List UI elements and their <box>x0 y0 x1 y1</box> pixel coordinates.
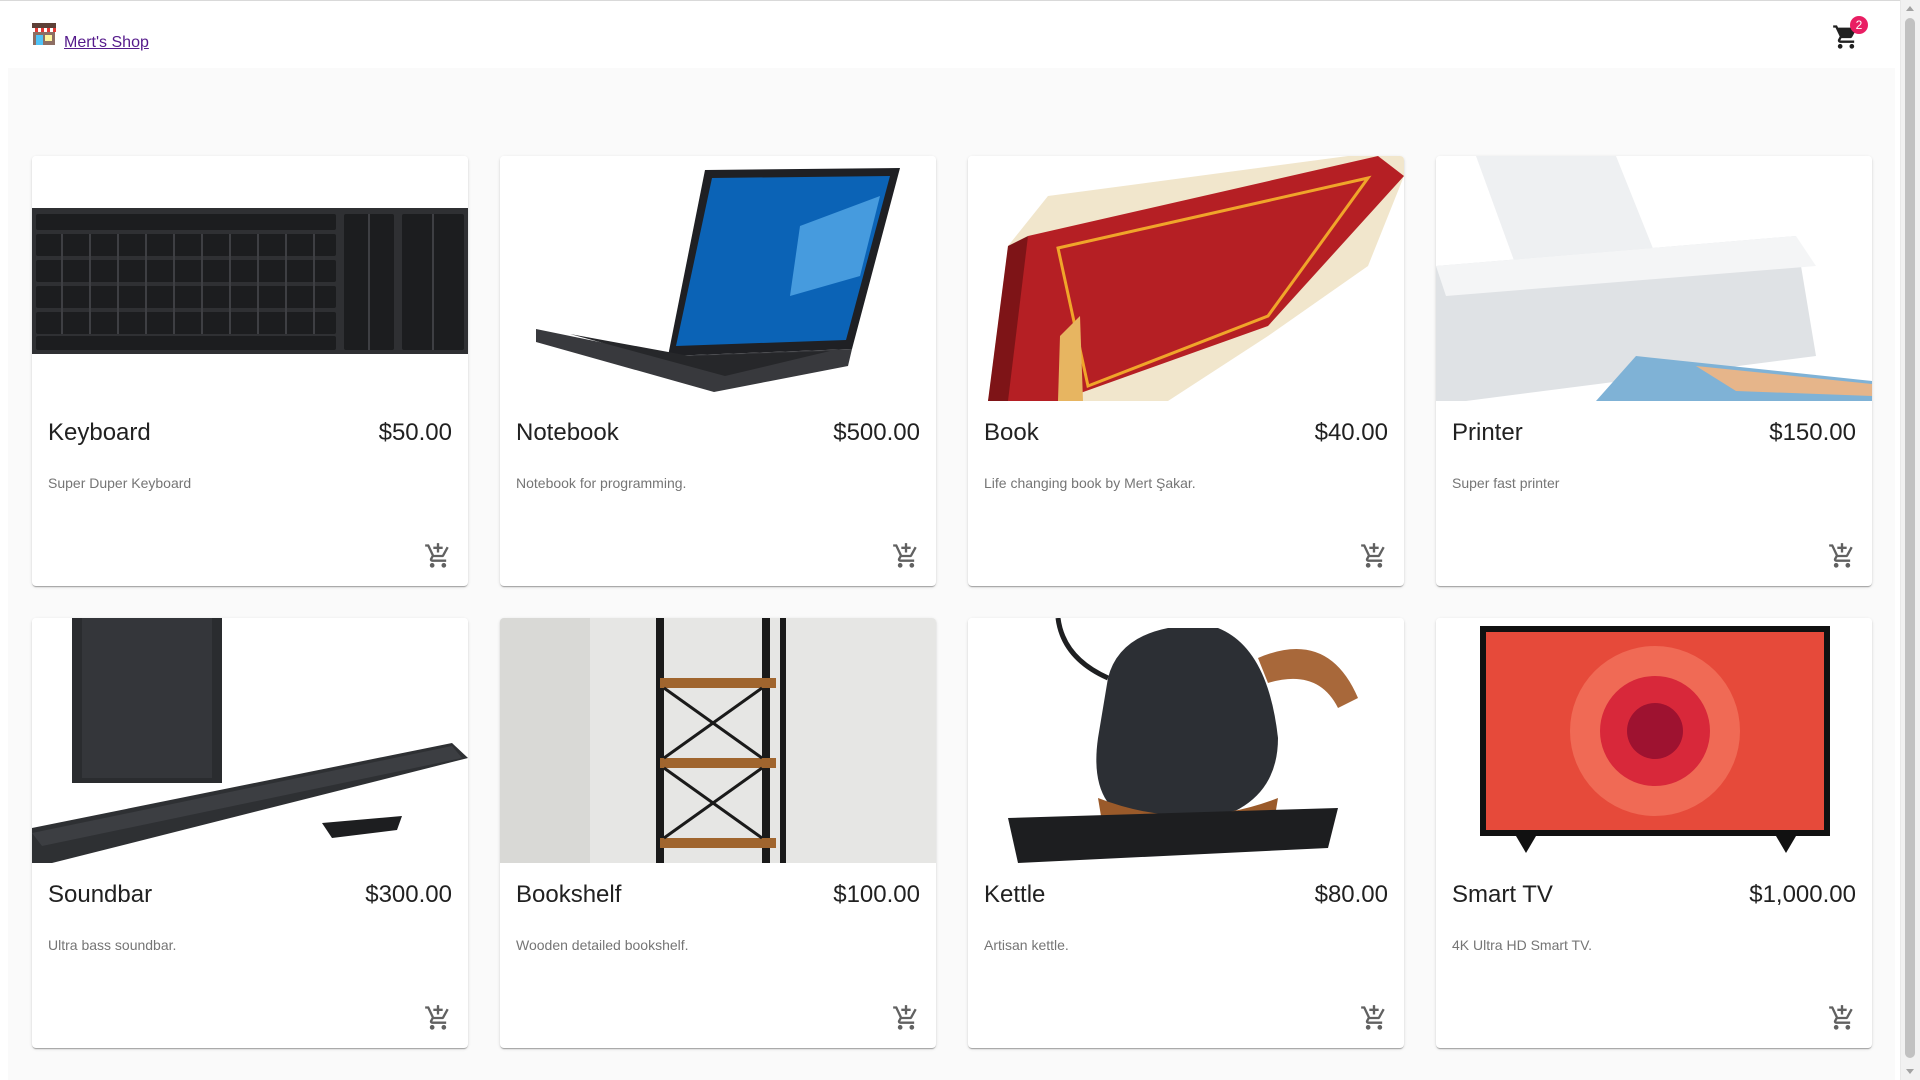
product-description: Super fast printer <box>1452 475 1560 491</box>
product-name: Bookshelf <box>516 881 622 908</box>
product-description: Ultra bass soundbar. <box>48 937 177 953</box>
brand: Mert's Shop <box>30 21 149 51</box>
scroll-down-arrow-icon[interactable] <box>1906 1069 1914 1074</box>
scrollbar-thumb[interactable] <box>1905 18 1915 1058</box>
cart-count-badge: 2 <box>1850 16 1868 34</box>
product-price: $80.00 <box>1314 881 1388 908</box>
product-price: $500.00 <box>833 419 920 446</box>
product-card-bookshelf: Bookshelf $100.00 Wooden detailed booksh… <box>500 618 936 1048</box>
product-name: Smart TV <box>1452 881 1553 908</box>
product-image-soundbar <box>32 618 468 863</box>
product-grid: Keyboard $50.00 Super Duper Keyboard Not… <box>8 68 1895 1080</box>
product-price: $300.00 <box>365 881 452 908</box>
product-description: Artisan kettle. <box>984 937 1069 953</box>
scroll-up-arrow-icon[interactable] <box>1906 6 1914 11</box>
product-card-soundbar: Soundbar $300.00 Ultra bass soundbar. <box>32 618 468 1048</box>
vertical-scrollbar[interactable] <box>1900 0 1920 1080</box>
product-name: Notebook <box>516 419 619 446</box>
product-price: $1,000.00 <box>1749 881 1856 908</box>
product-name: Kettle <box>984 881 1046 908</box>
product-description: Wooden detailed bookshelf. <box>516 937 689 953</box>
product-description: 4K Ultra HD Smart TV. <box>1452 937 1593 953</box>
product-image-notebook <box>500 156 936 401</box>
product-description: Life changing book by Mert Şakar. <box>984 475 1196 491</box>
product-price: $40.00 <box>1314 419 1388 446</box>
add-shopping-cart-icon[interactable] <box>1828 1004 1856 1032</box>
app-header: Mert's Shop 2 <box>0 1 1900 68</box>
brand-link[interactable]: Mert's Shop <box>64 34 149 52</box>
product-card-keyboard: Keyboard $50.00 Super Duper Keyboard <box>32 156 468 586</box>
product-image-bookshelf <box>500 618 936 863</box>
add-shopping-cart-icon[interactable] <box>1828 542 1856 570</box>
product-name: Printer <box>1452 419 1523 446</box>
product-image-kettle <box>968 618 1404 863</box>
add-shopping-cart-icon[interactable] <box>1360 542 1388 570</box>
add-shopping-cart-icon[interactable] <box>424 542 452 570</box>
shop-icon <box>30 21 58 47</box>
product-description: Notebook for programming. <box>516 475 687 491</box>
product-price: $150.00 <box>1769 419 1856 446</box>
product-price: $50.00 <box>378 419 452 446</box>
product-card-kettle: Kettle $80.00 Artisan kettle. <box>968 618 1404 1048</box>
product-card-book: Book $40.00 Life changing book by Mert Ş… <box>968 156 1404 586</box>
add-shopping-cart-icon[interactable] <box>892 542 920 570</box>
product-image-smart-tv <box>1436 618 1872 863</box>
product-price: $100.00 <box>833 881 920 908</box>
product-image-printer <box>1436 156 1872 401</box>
product-name: Book <box>984 419 1039 446</box>
add-shopping-cart-icon[interactable] <box>424 1004 452 1032</box>
product-name: Soundbar <box>48 881 153 908</box>
product-card-smart-tv: Smart TV $1,000.00 4K Ultra HD Smart TV. <box>1436 618 1872 1048</box>
add-shopping-cart-icon[interactable] <box>892 1004 920 1032</box>
product-name: Keyboard <box>48 419 151 446</box>
product-card-printer: Printer $150.00 Super fast printer <box>1436 156 1872 586</box>
product-image-keyboard <box>32 156 468 401</box>
add-shopping-cart-icon[interactable] <box>1360 1004 1388 1032</box>
product-description: Super Duper Keyboard <box>48 475 192 491</box>
product-image-book <box>968 156 1404 401</box>
product-card-notebook: Notebook $500.00 Notebook for programmin… <box>500 156 936 586</box>
